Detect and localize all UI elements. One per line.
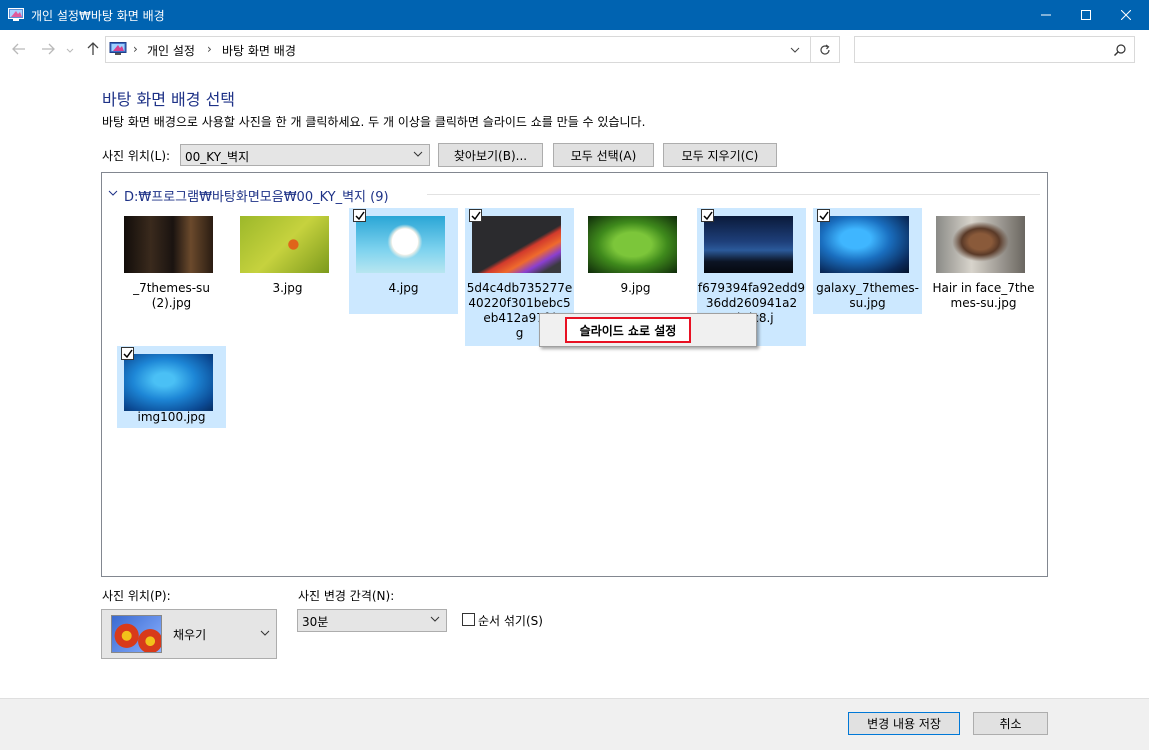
breadcrumb-personalization[interactable]: 개인 설정 bbox=[147, 42, 195, 59]
change-interval-select[interactable]: 30분 bbox=[297, 609, 447, 632]
save-changes-button[interactable]: 변경 내용 저장 bbox=[848, 712, 960, 735]
breadcrumb-desktop-background[interactable]: 바탕 화면 배경 bbox=[222, 42, 296, 59]
select-all-button[interactable]: 모두 선택(A) bbox=[553, 143, 654, 167]
refresh-icon bbox=[820, 44, 830, 55]
thumbnail-image bbox=[124, 354, 213, 411]
picture-tile[interactable]: _7themes-su (2).jpg bbox=[117, 208, 226, 314]
change-interval-value: 30분 bbox=[302, 615, 329, 629]
selection-checkbox[interactable] bbox=[817, 209, 830, 222]
picture-list[interactable]: D:₩프로그램₩바탕화면모음₩00_KY_벽지 (9) _7themes-su … bbox=[101, 172, 1048, 577]
thumbnail-image bbox=[472, 216, 561, 273]
picture-location-value: 00_KY_벽지 bbox=[185, 150, 250, 164]
picture-location-select[interactable]: 00_KY_벽지 bbox=[180, 144, 430, 166]
thumbnail-image bbox=[820, 216, 909, 273]
picture-tile[interactable]: 4.jpg bbox=[349, 208, 458, 314]
up-button[interactable] bbox=[85, 41, 101, 57]
arrow-right-icon bbox=[42, 43, 55, 55]
thumbnail-image bbox=[936, 216, 1025, 273]
picture-position-select[interactable]: 채우기 bbox=[101, 609, 277, 659]
picture-tile[interactable]: 3.jpg bbox=[233, 208, 342, 314]
picture-name: galaxy_7themes-su.jpg bbox=[816, 281, 919, 310]
fill-preview-icon bbox=[111, 615, 162, 653]
minimize-icon bbox=[1041, 14, 1051, 16]
shuffle-label[interactable]: 순서 섞기(S) bbox=[478, 612, 543, 629]
breadcrumb-separator: › bbox=[207, 42, 212, 56]
page-description: 바탕 화면 배경으로 사용할 사진을 한 개 클릭하세요. 두 개 이상을 클릭… bbox=[102, 115, 646, 129]
context-menu: 슬라이드 쇼로 설정 bbox=[539, 313, 757, 347]
checkmark-icon bbox=[819, 211, 829, 221]
change-interval-label: 사진 변경 간격(N): bbox=[298, 589, 395, 603]
search-icon bbox=[1114, 44, 1126, 56]
clear-all-button[interactable]: 모두 지우기(C) bbox=[663, 143, 777, 167]
chevron-down-icon bbox=[430, 616, 440, 622]
title-bar: 개인 설정₩바탕 화면 배경 bbox=[0, 0, 1149, 30]
back-button[interactable] bbox=[11, 41, 27, 57]
group-header[interactable]: D:₩프로그램₩바탕화면모음₩00_KY_벽지 (9) bbox=[124, 186, 389, 205]
cancel-button[interactable]: 취소 bbox=[973, 712, 1048, 735]
window-title: 개인 설정₩바탕 화면 배경 bbox=[31, 9, 165, 23]
checkmark-icon bbox=[471, 211, 481, 221]
picture-position-value: 채우기 bbox=[173, 628, 207, 642]
chevron-down-icon bbox=[260, 630, 270, 636]
thumbnail-image bbox=[240, 216, 329, 273]
thumbnail-image bbox=[356, 216, 445, 273]
picture-tile[interactable]: galaxy_7themes-su.jpg bbox=[813, 208, 922, 314]
picture-position-label: 사진 위치(P): bbox=[102, 589, 171, 603]
maximize-icon bbox=[1081, 10, 1091, 20]
selection-checkbox[interactable] bbox=[121, 347, 134, 360]
selection-checkbox[interactable] bbox=[353, 209, 366, 222]
selection-checkbox[interactable] bbox=[469, 209, 482, 222]
browse-button[interactable]: 찾아보기(B)... bbox=[438, 143, 543, 167]
thumbnail-image bbox=[704, 216, 793, 273]
picture-name: _7themes-su (2).jpg bbox=[133, 281, 210, 310]
group-divider bbox=[427, 194, 1040, 195]
shuffle-checkbox[interactable] bbox=[462, 613, 475, 626]
personalization-icon bbox=[8, 8, 24, 21]
picture-name: 3.jpg bbox=[272, 281, 303, 295]
picture-location-label: 사진 위치(L): bbox=[102, 149, 171, 163]
breadcrumb-separator: › bbox=[133, 42, 138, 56]
arrow-up-icon bbox=[87, 42, 99, 55]
picture-name: img100.jpg bbox=[137, 410, 206, 424]
picture-tile[interactable]: 9.jpg bbox=[581, 208, 690, 314]
thumbnail-image bbox=[588, 216, 677, 273]
search-input[interactable] bbox=[854, 36, 1135, 63]
checkmark-icon bbox=[123, 349, 133, 359]
picture-tile[interactable]: Hair in face_7themes-su.jpg bbox=[929, 208, 1038, 346]
picture-tile[interactable]: img100.jpg bbox=[117, 346, 226, 428]
thumbnail-image bbox=[124, 216, 213, 273]
picture-name: 4.jpg bbox=[388, 281, 419, 295]
picture-name: 9.jpg bbox=[620, 281, 651, 295]
close-icon bbox=[1121, 10, 1131, 20]
checkmark-icon bbox=[355, 211, 365, 221]
address-bar[interactable]: › 개인 설정 › 바탕 화면 배경 bbox=[105, 36, 811, 63]
chevron-down-icon[interactable] bbox=[790, 47, 800, 53]
control-panel-icon bbox=[109, 42, 127, 55]
arrow-left-icon bbox=[12, 43, 25, 55]
chevron-down-icon bbox=[66, 48, 74, 53]
close-button[interactable] bbox=[1103, 0, 1149, 30]
set-as-slideshow-menu-item[interactable]: 슬라이드 쇼로 설정 bbox=[565, 317, 691, 343]
refresh-button[interactable] bbox=[811, 36, 840, 63]
selection-checkbox[interactable] bbox=[701, 209, 714, 222]
chevron-down-icon[interactable] bbox=[108, 190, 118, 197]
chevron-down-icon bbox=[413, 151, 423, 157]
picture-name: Hair in face_7themes-su.jpg bbox=[932, 281, 1035, 310]
forward-button[interactable] bbox=[40, 41, 56, 57]
checkmark-icon bbox=[703, 211, 713, 221]
recent-locations-button[interactable] bbox=[65, 43, 75, 59]
page-title: 바탕 화면 배경 선택 bbox=[102, 90, 236, 109]
